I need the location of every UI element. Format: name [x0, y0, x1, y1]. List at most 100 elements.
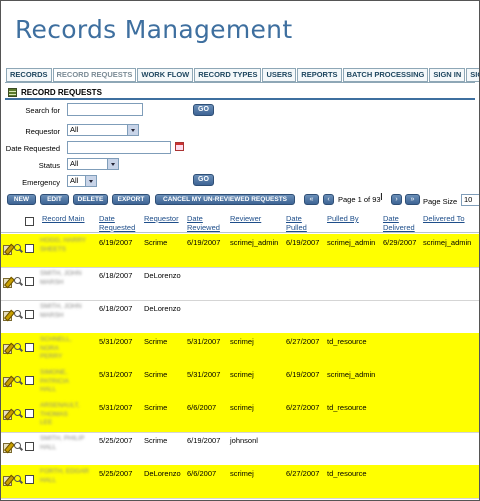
record-main-cell[interactable]: SMITH, JOHN MARSH [40, 270, 92, 297]
edit-pencil-icon[interactable] [3, 376, 13, 387]
tab-sign-out[interactable]: SIGN OUT [466, 68, 479, 82]
table-row[interactable]: SMITH, JOHN MARSH 6/18/2007 DeLorenzo [1, 267, 479, 301]
tab-records[interactable]: RECORDS [6, 68, 52, 82]
date-requested-label: Date Requested [5, 144, 60, 153]
row-checkbox[interactable] [25, 244, 34, 253]
row-checkbox[interactable] [25, 310, 34, 319]
next-page-icon[interactable]: › [391, 194, 402, 205]
col-date-reviewed[interactable]: Date Reviewed [187, 214, 220, 232]
cancel-unreviewed-button[interactable]: CANCEL MY UN-REVIEWED REQUESTS [155, 194, 295, 205]
record-main-cell[interactable]: HOGG, HARRY SHEETS [40, 237, 92, 264]
status-select[interactable]: All [67, 158, 119, 170]
magnifier-icon[interactable] [14, 475, 23, 484]
record-main-cell[interactable]: SIMONE, PATRICIA HALL [40, 369, 92, 396]
status-value: All [70, 159, 79, 168]
reviewer-cell: scrimej [230, 403, 254, 412]
search-go-button[interactable]: GO [193, 104, 214, 116]
app-window: Records Management RECORDS RECORD REQUEST… [0, 0, 480, 501]
chevron-down-icon [127, 125, 138, 135]
table-row[interactable]: SMITH, JOHN MARSH 6/18/2007 DeLorenzo [1, 300, 479, 334]
date-reviewed-cell: 6/19/2007 [187, 436, 221, 445]
row-checkbox[interactable] [25, 343, 34, 352]
tab-record-types[interactable]: RECORD TYPES [194, 68, 262, 82]
magnifier-icon[interactable] [14, 244, 23, 253]
delivered-to-cell: scrimej_admin [423, 238, 472, 247]
pulled-by-cell: td_resource [327, 403, 367, 412]
grid-header: Record Main Date Requested Requestor Dat… [1, 211, 479, 233]
filter-go-button[interactable]: GO [193, 174, 214, 186]
calendar-icon[interactable] [175, 142, 184, 151]
date-reviewed-cell: 5/31/2007 [187, 337, 221, 346]
date-requested-cell: 5/31/2007 [99, 337, 133, 346]
magnifier-icon[interactable] [14, 343, 23, 352]
col-delivered-to[interactable]: Delivered To [423, 214, 465, 223]
tab-reports[interactable]: REPORTS [297, 68, 342, 82]
edit-button[interactable]: EDIT [40, 194, 69, 205]
reviewer-cell: scrimej_admin [230, 238, 279, 247]
edit-pencil-icon[interactable] [3, 244, 13, 255]
table-row[interactable]: FORTH, EDGAR HALL 5/25/2007 DeLorenzo 6/6/2… [1, 465, 479, 499]
select-all-checkbox[interactable] [25, 217, 34, 226]
col-record-main[interactable]: Record Main [42, 214, 85, 223]
tab-users[interactable]: USERS [262, 68, 297, 82]
requestor-select[interactable]: All [67, 124, 139, 136]
table-row[interactable]: SMITH, PHILIP HALL 5/25/2007 Scrime 6/19/20… [1, 432, 479, 466]
page-size-input[interactable]: 10 [461, 194, 479, 206]
row-checkbox[interactable] [25, 442, 34, 451]
edit-pencil-icon[interactable] [3, 442, 13, 453]
table-row[interactable]: SCHNELL, NORA PERRY 5/31/2007 Scrime 5/31/2… [1, 333, 479, 367]
row-checkbox[interactable] [25, 409, 34, 418]
row-checkbox[interactable] [25, 277, 34, 286]
date-requested-input[interactable] [67, 141, 171, 154]
edit-pencil-icon[interactable] [3, 277, 13, 288]
edit-pencil-icon[interactable] [3, 475, 13, 486]
last-page-icon[interactable]: » [405, 194, 420, 205]
edit-pencil-icon[interactable] [3, 310, 13, 321]
chevron-down-icon [85, 176, 96, 186]
magnifier-icon[interactable] [14, 376, 23, 385]
row-checkbox[interactable] [25, 376, 34, 385]
col-date-pulled[interactable]: Date Pulled [286, 214, 312, 232]
record-main-cell[interactable]: FORTH, EDGAR HALL [40, 468, 92, 495]
record-main-cell[interactable]: SMITH, JOHN MARSH [40, 303, 92, 330]
magnifier-icon[interactable] [14, 310, 23, 319]
record-main-cell[interactable]: SCHNELL, NORA PERRY [40, 336, 92, 363]
export-button[interactable]: EXPORT [112, 194, 150, 205]
table-row[interactable]: SIMONE, PATRICIA HALL 5/31/2007 Scrime 5/31… [1, 366, 479, 400]
requestor-cell: Scrime [144, 238, 168, 247]
date-requested-cell: 6/18/2007 [99, 304, 133, 313]
text-cursor-icon: I [380, 192, 383, 203]
list-icon [8, 87, 17, 97]
page-indicator: Page 1 of 93 [338, 195, 381, 204]
new-button[interactable]: NEW [7, 194, 36, 205]
col-reviewer[interactable]: Reviewer [230, 214, 261, 223]
magnifier-icon[interactable] [14, 277, 23, 286]
table-row[interactable]: HOGG, HARRY SHEETS 6/19/2007 Scrime 6/19/20… [1, 234, 479, 268]
emergency-select[interactable]: All [67, 175, 97, 187]
section-header: RECORD REQUESTS [8, 86, 102, 98]
pulled-by-cell: scrimej_admin [327, 370, 376, 379]
section-title: RECORD REQUESTS [21, 87, 102, 97]
record-main-cell[interactable]: ARSENAULT, THOMAS LEE [40, 402, 92, 429]
first-page-icon[interactable]: « [304, 194, 319, 205]
record-main-cell[interactable]: SMITH, PHILIP HALL [40, 435, 92, 462]
edit-pencil-icon[interactable] [3, 343, 13, 354]
table-row[interactable]: ARSENAULT, THOMAS LEE 5/31/2007 Scrime 6/6/… [1, 399, 479, 433]
col-requestor[interactable]: Requestor [144, 214, 179, 223]
edit-pencil-icon[interactable] [3, 409, 13, 420]
magnifier-icon[interactable] [14, 409, 23, 418]
prev-page-icon[interactable]: ‹ [323, 194, 334, 205]
tab-record-requests[interactable]: RECORD REQUESTS [52, 68, 137, 82]
tab-work-flow[interactable]: WORK FLOW [137, 68, 194, 82]
tab-batch-processing[interactable]: BATCH PROCESSING [342, 68, 429, 82]
delete-button[interactable]: DELETE [73, 194, 108, 205]
tab-sign-in[interactable]: SIGN IN [429, 68, 466, 82]
row-checkbox[interactable] [25, 475, 34, 484]
col-date-delivered[interactable]: Date Delivered [383, 214, 415, 232]
date-requested-cell: 5/25/2007 [99, 436, 133, 445]
main-tabs: RECORDS RECORD REQUESTS WORK FLOW RECORD TY… [6, 68, 479, 82]
magnifier-icon[interactable] [14, 442, 23, 451]
search-input[interactable] [67, 103, 143, 116]
col-date-requested[interactable]: Date Requested [99, 214, 135, 232]
col-pulled-by[interactable]: Pulled By [327, 214, 359, 223]
